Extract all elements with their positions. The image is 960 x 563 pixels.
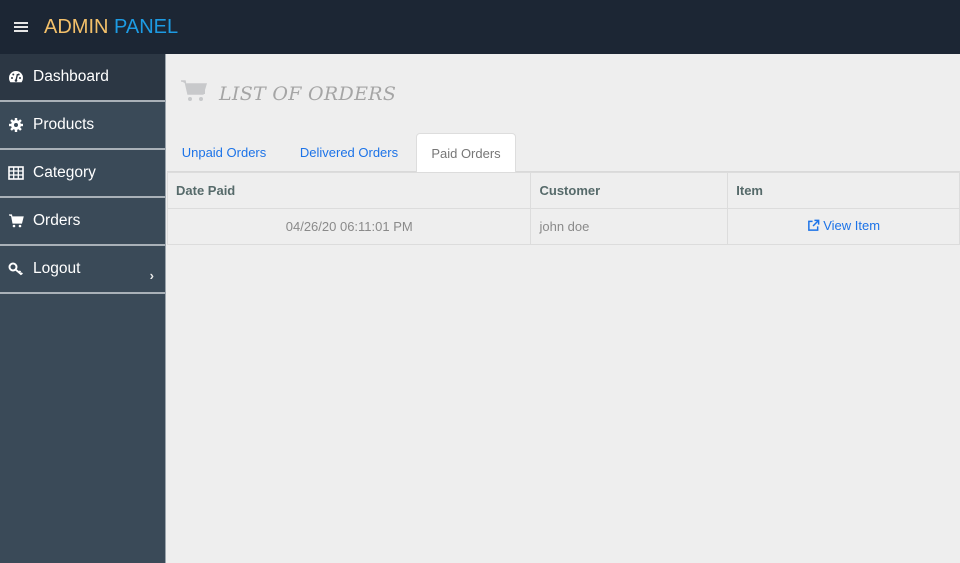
tab-unpaid-orders[interactable]: Unpaid Orders: [170, 133, 278, 172]
column-header-date-paid: Date Paid: [166, 172, 532, 209]
orders-table: Date Paid Customer Item 04/26/20 06:11:0…: [166, 172, 960, 245]
tab-paid-orders[interactable]: Paid Orders: [416, 133, 516, 173]
order-tabs: Unpaid Orders Delivered Orders Paid Orde…: [167, 133, 960, 173]
sidebar-item-label: Products: [33, 116, 95, 133]
cart-icon: [7, 213, 25, 229]
cell-customer: john doe: [530, 208, 729, 245]
sidebar-item-orders[interactable]: Orders: [0, 198, 165, 246]
gear-icon: [7, 117, 25, 133]
page-title-text: LIST OF ORDERS: [219, 82, 397, 105]
sidebar-item-label: Dashboard: [33, 68, 109, 85]
main-content: LIST OF ORDERS Unpaid Orders Delivered O…: [166, 54, 960, 563]
sidebar-item-logout[interactable]: Logout ›: [0, 246, 165, 294]
column-header-customer: Customer: [530, 172, 729, 209]
table-icon: [7, 165, 25, 181]
cell-item: View Item: [727, 208, 960, 245]
hamburger-icon[interactable]: [14, 22, 28, 32]
page-title: LIST OF ORDERS: [180, 79, 396, 108]
brand-admin: ADMIN: [44, 15, 109, 38]
sidebar-item-category[interactable]: Category: [0, 150, 165, 198]
top-navbar: ADMIN PANEL: [0, 0, 960, 54]
chevron-right-icon: ›: [149, 268, 154, 283]
sidebar-item-label: Logout: [33, 260, 81, 277]
sidebar-item-products[interactable]: Products: [0, 102, 165, 150]
dashboard-icon: [7, 69, 25, 85]
sidebar: Dashboard Products Category Orders Logou…: [0, 54, 166, 563]
tab-delivered-orders[interactable]: Delivered Orders: [287, 133, 411, 172]
column-header-item: Item: [727, 172, 960, 209]
sidebar-item-label: Orders: [33, 212, 81, 229]
sidebar-item-label: Category: [33, 164, 96, 181]
cart-icon: [180, 79, 208, 108]
table-header-row: Date Paid Customer Item: [166, 172, 960, 209]
table-row: 04/26/20 06:11:01 PM john doe View Item: [166, 208, 960, 245]
brand-panel: PANEL: [114, 15, 179, 38]
cell-date-paid: 04/26/20 06:11:01 PM: [166, 208, 532, 245]
external-link-icon: [808, 219, 820, 231]
view-item-label: View Item: [823, 218, 881, 233]
brand-logo[interactable]: ADMIN PANEL: [44, 16, 178, 39]
view-item-link[interactable]: View Item: [807, 218, 880, 233]
key-icon: [7, 261, 25, 277]
sidebar-item-dashboard[interactable]: Dashboard: [0, 54, 165, 102]
